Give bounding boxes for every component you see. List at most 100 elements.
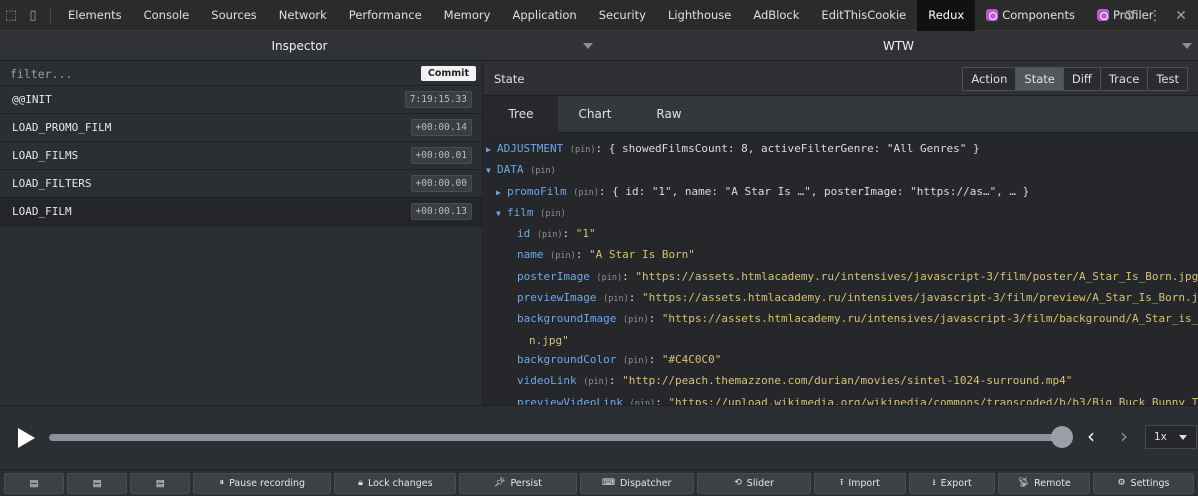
inspector-title: Inspector xyxy=(271,38,328,53)
slider-player: ‹ › 1x xyxy=(0,405,1198,469)
close-icon[interactable]: ✕ xyxy=(1170,8,1192,24)
action-timestamp[interactable]: 7:19:15.33 xyxy=(404,91,472,108)
tree-node-previewimage[interactable]: previewImage (pin): "https://assets.html… xyxy=(484,288,1198,309)
action-name: LOAD_FILM xyxy=(12,205,72,218)
action-name: LOAD_FILTERS xyxy=(12,177,92,190)
instance-selector[interactable]: WTW xyxy=(599,31,1198,60)
mode-trace[interactable]: Trace xyxy=(1099,67,1148,90)
tab-raw[interactable]: Raw xyxy=(632,96,706,133)
tree-node-id[interactable]: id (pin): "1" xyxy=(484,224,1198,245)
pin-link[interactable]: (pin) xyxy=(550,251,576,261)
tree-node-adjustment[interactable]: ▶ ADJUSTMENT (pin): { showedFilmsCount: 8… xyxy=(484,139,1198,160)
step-back-icon[interactable]: ‹ xyxy=(1087,426,1095,446)
layout-left-button[interactable]: ▤ xyxy=(4,472,65,494)
action-timestamp[interactable]: +00:00.00 xyxy=(410,175,472,192)
import-button[interactable]: ⭱ Import xyxy=(814,472,906,494)
more-icon[interactable]: ⋮ xyxy=(1144,8,1166,24)
export-button[interactable]: ⭳ Export xyxy=(908,472,996,494)
layout-bottom-button[interactable]: ▤ xyxy=(67,472,128,494)
chevron-down-icon xyxy=(583,43,593,49)
panel-bottom-icon: ▤ xyxy=(92,477,102,489)
inspect-element-icon[interactable]: ⬚ xyxy=(0,0,22,31)
remote-button[interactable]: 📡︎ Remote xyxy=(998,472,1090,494)
tab-chart[interactable]: Chart xyxy=(558,96,632,133)
pin-link[interactable]: (pin) xyxy=(623,315,649,325)
tab-network[interactable]: Network xyxy=(268,0,338,31)
dispatcher-button[interactable]: ⌨ Dispatcher xyxy=(579,472,694,494)
tree-node-data[interactable]: ▼ DATA (pin) xyxy=(484,160,1198,181)
tree-node-backgroundcolor[interactable]: backgroundColor (pin): "#C4C0C0" xyxy=(484,350,1198,371)
mode-state[interactable]: State xyxy=(1015,67,1063,90)
tab-performance[interactable]: Performance xyxy=(338,0,433,31)
gear-icon: ⚙ xyxy=(1117,478,1126,488)
redux-header: Inspector WTW xyxy=(0,31,1198,61)
speed-select[interactable]: 1x xyxy=(1145,425,1197,449)
tab-security[interactable]: Security xyxy=(588,0,657,31)
step-forward-icon[interactable]: › xyxy=(1120,426,1128,446)
tab-components[interactable]: Components xyxy=(975,0,1086,31)
react-icon xyxy=(1096,9,1109,21)
pause-icon: ⏸ xyxy=(219,478,225,488)
tree-node-previewvideolink[interactable]: previewVideoLink (pin): "https://upload.… xyxy=(484,393,1198,405)
tab-application[interactable]: Application xyxy=(501,0,587,31)
action-timestamp[interactable]: +00:00.14 xyxy=(410,119,472,136)
tree-node-film[interactable]: ▼ film (pin) xyxy=(484,203,1198,224)
inspector-selector[interactable]: Inspector xyxy=(0,31,599,60)
persist-button[interactable]: 📌︎ Persist xyxy=(459,472,577,494)
action-timestamp[interactable]: +00:00.01 xyxy=(410,147,472,164)
action-timestamp[interactable]: +00:00.13 xyxy=(410,203,472,220)
tab-adblock[interactable]: AdBlock xyxy=(742,0,810,31)
pin-link[interactable]: (pin) xyxy=(537,230,563,240)
list-item[interactable]: LOAD_PROMO_FILM +00:00.14 xyxy=(0,114,482,142)
tree-node-videolink[interactable]: videoLink (pin): "http://peach.themazzon… xyxy=(484,371,1198,392)
pin-link[interactable]: (pin) xyxy=(623,356,649,366)
upload-icon: ⭱ xyxy=(840,478,844,488)
list-item[interactable]: @@INIT 7:19:15.33 xyxy=(0,86,482,114)
tab-lighthouse[interactable]: Lighthouse xyxy=(657,0,742,31)
commit-button[interactable]: Commit xyxy=(420,66,476,81)
tree-node-posterimage[interactable]: posterImage (pin): "https://assets.htmla… xyxy=(484,267,1198,288)
state-panel-header: State Action State Diff Trace Test xyxy=(484,62,1198,96)
device-toggle-icon[interactable]: ▯ xyxy=(22,0,44,31)
state-tree: ▶ ADJUSTMENT (pin): { showedFilmsCount: 8… xyxy=(484,133,1198,405)
caret-down-icon[interactable]: ▼ xyxy=(486,161,497,180)
mode-diff[interactable]: Diff xyxy=(1062,67,1100,90)
tab-redux[interactable]: Redux xyxy=(917,0,976,31)
tab-sources[interactable]: Sources xyxy=(200,0,268,31)
list-item[interactable]: LOAD_FILTERS +00:00.00 xyxy=(0,170,482,198)
timeline-handle[interactable] xyxy=(1051,426,1073,448)
speed-value: 1x xyxy=(1154,431,1167,443)
tab-memory[interactable]: Memory xyxy=(433,0,502,31)
play-icon[interactable] xyxy=(18,428,35,448)
layout-right-button[interactable]: ▤ xyxy=(130,472,191,494)
lock-changes-button[interactable]: 🔒︎ Lock changes xyxy=(334,472,457,494)
filter-input[interactable]: filter... xyxy=(10,67,72,81)
tab-elements[interactable]: Elements xyxy=(57,0,133,31)
pin-link[interactable]: (pin) xyxy=(603,294,629,304)
tree-node-promofilm[interactable]: ▶ promoFilm (pin): { id: "1", name: "A St… xyxy=(484,182,1198,203)
tab-components-label: Components xyxy=(1002,8,1075,22)
mode-action[interactable]: Action xyxy=(963,67,1016,90)
gear-icon[interactable]: ⚙ xyxy=(1118,8,1140,24)
panel-right-icon: ▤ xyxy=(155,477,165,489)
settings-button[interactable]: ⚙ Settings xyxy=(1092,472,1194,494)
caret-right-icon[interactable]: ▶ xyxy=(496,183,507,202)
state-panel: State Action State Diff Trace Test Tree … xyxy=(484,62,1198,405)
list-item[interactable]: LOAD_FILM +00:00.13 xyxy=(0,198,482,226)
pause-recording-button[interactable]: ⏸ Pause recording xyxy=(193,472,332,494)
tab-console[interactable]: Console xyxy=(133,0,201,31)
caret-down-icon[interactable]: ▼ xyxy=(496,204,507,223)
tab-tree[interactable]: Tree xyxy=(484,95,558,133)
tree-node-name[interactable]: name (pin): "A Star Is Born" xyxy=(484,245,1198,266)
tree-node-backgroundimage[interactable]: backgroundImage (pin): "https://assets.h… xyxy=(484,309,1198,330)
tab-editthiscookie[interactable]: EditThisCookie xyxy=(810,0,917,31)
pin-link[interactable]: (pin) xyxy=(596,273,622,283)
pin-link[interactable]: (pin) xyxy=(583,377,609,387)
view-tabs: Tree Chart Raw xyxy=(484,95,1198,133)
timeline-track[interactable] xyxy=(49,434,1062,441)
mode-test[interactable]: Test xyxy=(1147,67,1187,90)
slider-button[interactable]: ⟲ Slider xyxy=(696,472,812,494)
caret-right-icon[interactable]: ▶ xyxy=(486,140,497,159)
list-item[interactable]: LOAD_FILMS +00:00.01 xyxy=(0,142,482,170)
action-list: @@INIT 7:19:15.33 LOAD_PROMO_FILM +00:00.14… xyxy=(0,86,482,226)
